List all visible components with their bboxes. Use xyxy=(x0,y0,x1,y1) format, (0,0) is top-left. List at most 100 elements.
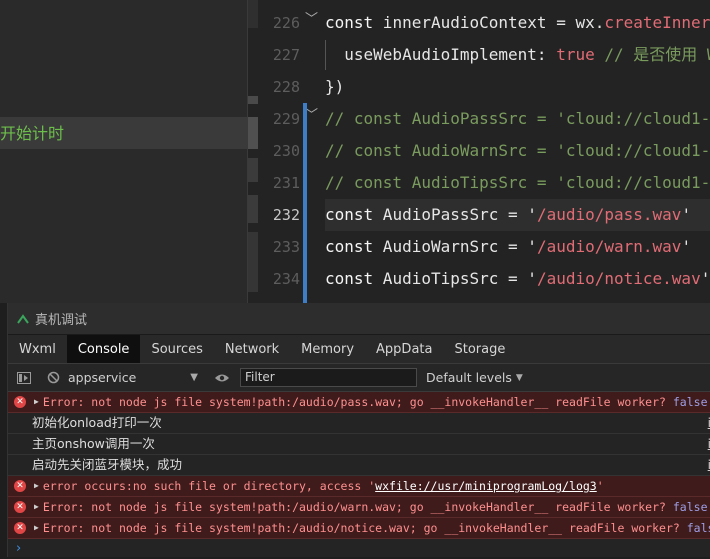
code-line[interactable]: }) xyxy=(325,71,710,103)
outline-panel: 开始计时 xyxy=(0,0,247,303)
code-string: /audio/warn.wav xyxy=(536,237,682,256)
code-quote: ' xyxy=(527,205,537,224)
code-quote: ' xyxy=(700,269,710,288)
line-number: 226 xyxy=(272,14,300,32)
console-error-row[interactable]: ✕ ▶ Error: not node js file system!path:… xyxy=(8,518,710,539)
code-comment: // const AudioPassSrc = 'cloud://cloud1-… xyxy=(325,109,710,128)
tab-network[interactable]: Network xyxy=(214,335,290,363)
tab-sources[interactable]: Sources xyxy=(140,335,213,363)
expand-triangle-icon[interactable]: ▶ xyxy=(34,392,39,412)
tab-storage[interactable]: Storage xyxy=(443,335,516,363)
chevron-down-icon: ▼ xyxy=(190,372,198,383)
tab-console[interactable]: Console xyxy=(66,335,141,363)
line-number: 228 xyxy=(272,78,300,96)
clear-console-icon[interactable] xyxy=(47,371,60,384)
chevron-down-icon: ▼ xyxy=(515,372,523,383)
devtools-panel: 真机调试 Wxml Console Sources Network Memory… xyxy=(7,303,710,557)
code-comment: // 是否使用 W xyxy=(594,45,710,64)
context-value: appservice xyxy=(68,370,137,385)
code-boolean: true xyxy=(556,45,595,64)
code-text: }) xyxy=(325,77,345,96)
console-output[interactable]: ✕ ▶ Error: not node js file system!path:… xyxy=(8,392,710,559)
fold-chevron-icon[interactable]: ﹀ xyxy=(305,8,318,27)
code-quote: ' xyxy=(681,205,692,224)
wechat-devtools-logo-icon xyxy=(16,312,30,326)
line-number: 230 xyxy=(272,142,300,160)
code-string: /audio/notice.wav xyxy=(536,269,701,288)
code-line[interactable]: // const AudioPassSrc = 'cloud://cloud1-… xyxy=(325,103,710,135)
error-circle-icon: ✕ xyxy=(14,480,26,492)
tab-memory[interactable]: Memory xyxy=(290,335,365,363)
error-text: error occurs:no such file or directory, … xyxy=(42,479,376,493)
error-circle-icon: ✕ xyxy=(14,501,26,513)
code-editor[interactable]: 开始计时 226 227 228 229 230 231 232 233 234… xyxy=(0,0,710,303)
gutter-marks xyxy=(248,0,260,303)
console-log-row[interactable]: 启动先关闭蓝牙模块，成功 i xyxy=(8,455,710,476)
code-line[interactable]: const AudioWarnSrc = '/audio/warn.wav' xyxy=(325,231,710,263)
code-line[interactable]: const innerAudioContext = wx.createInner… xyxy=(325,7,710,39)
expand-triangle-icon[interactable]: ▶ xyxy=(34,518,39,538)
gutter-mark xyxy=(248,96,258,104)
error-keyword: false xyxy=(672,500,708,514)
devtools-title: 真机调试 xyxy=(35,313,88,328)
code-lines[interactable]: const innerAudioContext = wx.createInner… xyxy=(325,7,710,295)
eye-icon[interactable] xyxy=(214,373,230,383)
error-text: ' xyxy=(596,479,604,493)
code-keyword: const xyxy=(325,13,374,32)
code-keyword: const xyxy=(325,205,374,224)
code-property: useWebAudioImplement: xyxy=(325,45,557,64)
code-text: AudioTipsSrc = xyxy=(373,269,528,288)
console-message: Error: not node js file system!path:/aud… xyxy=(43,518,710,538)
code-line[interactable]: useWebAudioImplement: true // 是否使用 W xyxy=(325,39,710,71)
gutter-mark xyxy=(248,232,258,292)
console-error-row[interactable]: ✕ ▶ error occurs:no such file or directo… xyxy=(8,476,710,497)
code-text: AudioPassSrc = xyxy=(373,205,528,224)
code-text: AudioWarnSrc = xyxy=(373,237,528,256)
outline-selected-label[interactable]: 开始计时 xyxy=(0,124,64,144)
log-text: 启动先关闭蓝牙模块，成功 xyxy=(32,457,183,472)
console-log-row[interactable]: 初始化onload打印一次 i xyxy=(8,413,710,434)
context-selector[interactable]: appservice ▼ xyxy=(68,370,198,385)
console-prompt[interactable]: › xyxy=(8,539,710,559)
console-message: Error: not node js file system!path:/aud… xyxy=(43,392,708,412)
code-quote: ' xyxy=(681,237,692,256)
line-number: 229 xyxy=(272,110,300,128)
line-number: 234 xyxy=(272,270,300,288)
expand-triangle-icon[interactable]: ▶ xyxy=(34,497,39,517)
code-line-active[interactable]: const AudioPassSrc = '/audio/pass.wav' xyxy=(325,199,710,231)
error-text: Error: not node js file system!path:/aud… xyxy=(42,521,687,535)
gutter-mark xyxy=(248,117,258,149)
tab-appdata[interactable]: AppData xyxy=(365,335,443,363)
devtools-titlebar[interactable]: 真机调试 xyxy=(8,303,710,335)
line-number-active: 232 xyxy=(272,206,300,224)
error-keyword: false xyxy=(686,521,710,535)
gutter-mark xyxy=(248,158,258,182)
console-error-row[interactable]: ✕ ▶ Error: not node js file system!path:… xyxy=(8,392,710,413)
gutter-mark xyxy=(248,195,258,223)
tab-wxml[interactable]: Wxml xyxy=(8,335,67,363)
expand-triangle-icon[interactable]: ▶ xyxy=(34,476,39,496)
code-text: innerAudioContext = wx. xyxy=(373,13,605,32)
levels-dropdown[interactable]: Default levels ▼ xyxy=(426,370,523,385)
code-quote: ' xyxy=(527,269,537,288)
console-message: Error: not node js file system!path:/aud… xyxy=(43,497,708,517)
code-line[interactable]: // const AudioTipsSrc = 'cloud://cloud1-… xyxy=(325,167,710,199)
devtools-tabs: Wxml Console Sources Network Memory AppD… xyxy=(8,335,710,364)
code-line[interactable]: const AudioTipsSrc = '/audio/notice.wav' xyxy=(325,263,710,295)
line-numbers: 226 227 228 229 230 231 232 233 234 xyxy=(262,7,300,295)
sidebar-toggle-icon[interactable] xyxy=(17,371,31,384)
error-circle-icon: ✕ xyxy=(14,522,26,534)
console-error-row[interactable]: ✕ ▶ Error: not node js file system!path:… xyxy=(8,497,710,518)
code-comment: // const AudioWarnSrc = 'cloud://cloud1-… xyxy=(325,141,710,160)
log-text: 初始化onload打印一次 xyxy=(32,415,162,430)
gutter-mark xyxy=(248,0,258,28)
code-keyword: const xyxy=(325,269,374,288)
file-link[interactable]: wxfile://usr/miniprogramLog/log3 xyxy=(375,479,597,493)
log-text: 主页onshow调用一次 xyxy=(32,436,155,451)
filter-input[interactable]: Filter xyxy=(240,368,417,387)
console-log-row[interactable]: 主页onshow调用一次 i xyxy=(8,434,710,455)
code-line[interactable]: // const AudioWarnSrc = 'cloud://cloud1-… xyxy=(325,135,710,167)
levels-label: Default levels xyxy=(426,370,512,385)
code-comment: // const AudioTipsSrc = 'cloud://cloud1-… xyxy=(325,173,710,192)
code-keyword: const xyxy=(325,237,374,256)
